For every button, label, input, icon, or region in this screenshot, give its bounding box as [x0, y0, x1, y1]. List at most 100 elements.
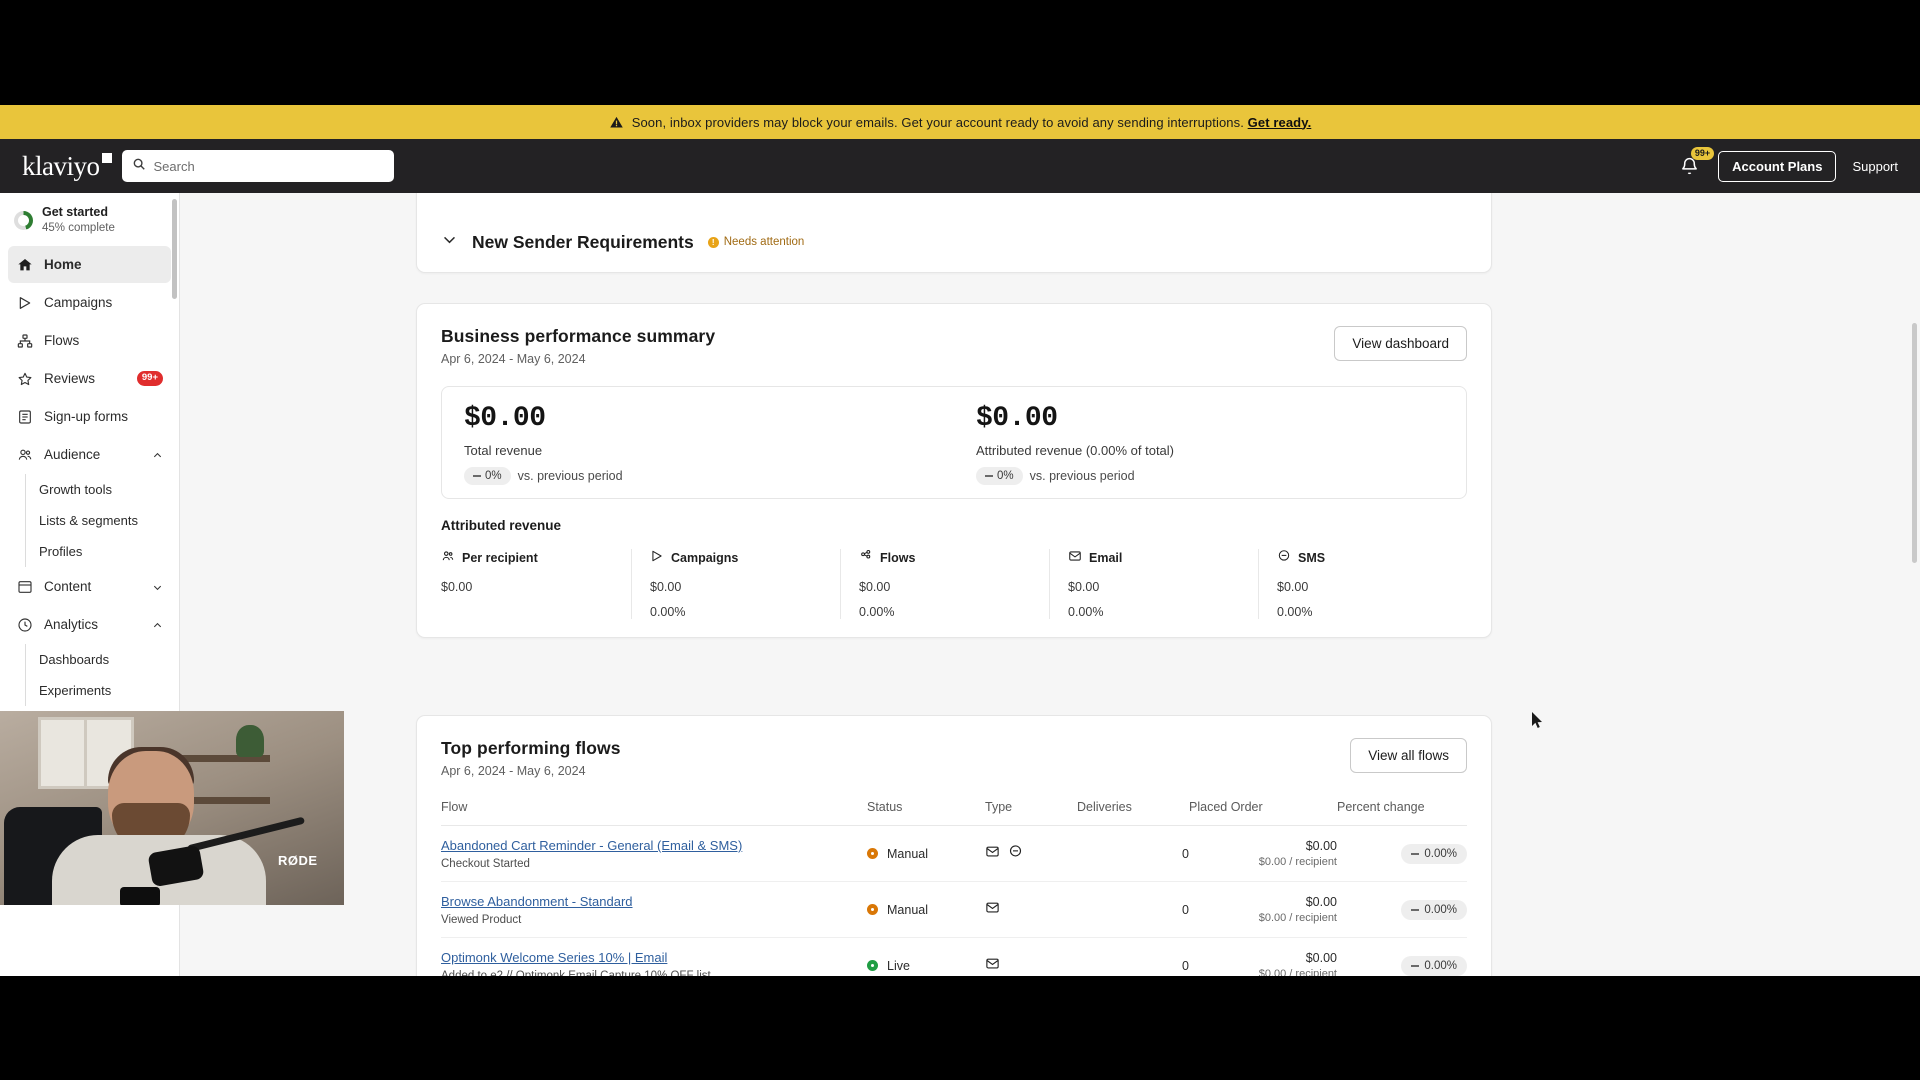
sidebar-item-flows[interactable]: Flows	[8, 322, 171, 359]
status-label: Manual	[887, 902, 928, 917]
sidebar-subitem-label: Profiles	[39, 544, 83, 559]
status-badge: Manual	[867, 847, 985, 861]
flat-trend-icon	[1411, 852, 1420, 855]
date-range: Apr 6, 2024 - May 6, 2024	[441, 764, 586, 778]
view-dashboard-button[interactable]: View dashboard	[1334, 326, 1467, 361]
view-all-flows-button[interactable]: View all flows	[1350, 738, 1467, 773]
sidebar-item-reviews[interactable]: Reviews 99+	[8, 360, 171, 397]
sidebar-item-lists-segments[interactable]: Lists & segments	[39, 505, 179, 536]
flow-name-link[interactable]: Abandoned Cart Reminder - General (Email…	[441, 838, 742, 853]
attr-col-flows: Flows $0.00 0.00%	[840, 549, 1049, 619]
revenue-metrics: $0.00 Total revenue 0% vs. previous peri…	[441, 386, 1467, 499]
placed-order-per-recipient: $0.00 / recipient	[1258, 968, 1337, 976]
percent-change-value: 0.00%	[1424, 959, 1457, 972]
sidebar-item-analytics[interactable]: Analytics	[8, 606, 171, 643]
flows-table: Flow Status Type Deliveries Placed Order…	[441, 800, 1467, 976]
chevron-up-icon	[152, 449, 163, 460]
attributed-revenue-breakdown: Per recipient $0.00 Campaigns $0.00 0.00…	[441, 549, 1467, 619]
col-header-placed-order: Placed Order	[1189, 800, 1337, 826]
search-input[interactable]	[153, 158, 384, 174]
campaigns-icon	[16, 294, 33, 311]
main-scrollbar[interactable]	[1912, 323, 1917, 563]
sidebar-item-signup-forms[interactable]: Sign-up forms	[8, 398, 171, 435]
attr-col-per-recipient: Per recipient $0.00	[441, 549, 631, 619]
flows-icon	[16, 332, 33, 349]
flows-table-body: Abandoned Cart Reminder - General (Email…	[441, 825, 1467, 976]
sidebar-item-label: Home	[44, 257, 82, 272]
table-row[interactable]: Abandoned Cart Reminder - General (Email…	[441, 825, 1467, 882]
klaviyo-logo[interactable]: klaviyo	[22, 151, 112, 182]
sidebar-subitem-label: Lists & segments	[39, 513, 138, 528]
status-cell-wrap: Manual	[867, 881, 985, 938]
attr-secondary-value: 0.00%	[859, 605, 895, 619]
global-search[interactable]	[121, 150, 394, 182]
attr-primary-value: $0.00	[1068, 580, 1100, 594]
col-header-percent-change: Percent change	[1337, 800, 1467, 826]
flow-name-link[interactable]: Browse Abandonment - Standard	[441, 894, 633, 909]
sidebar-item-audience[interactable]: Audience	[8, 436, 171, 473]
metric-value: $0.00	[464, 403, 546, 434]
get-ready-link[interactable]: Get ready.	[1248, 115, 1312, 130]
flow-trigger: Checkout Started	[441, 858, 530, 870]
alert-banner-text: Soon, inbox providers may block your ema…	[632, 115, 1312, 130]
chevron-up-icon	[152, 619, 163, 630]
deliveries-cell: 0	[1077, 937, 1189, 976]
chevron-down-icon[interactable]	[441, 231, 458, 253]
status-cell-wrap: Manual	[867, 825, 985, 882]
attr-primary-value: $0.00	[650, 580, 682, 594]
sms-icon	[1008, 844, 1023, 864]
alert-message: Soon, inbox providers may block your ema…	[631, 114, 1244, 130]
sidebar-item-profiles[interactable]: Profiles	[39, 536, 179, 567]
placed-order-cell: $0.00 $0.00 / recipient	[1189, 937, 1337, 976]
sidebar-item-label: Campaigns	[44, 295, 113, 310]
table-row[interactable]: Optimonk Welcome Series 10% | Email Adde…	[441, 937, 1467, 976]
sidebar-item-experiments[interactable]: Experiments	[39, 675, 179, 706]
delta-note: vs. previous period	[1029, 469, 1135, 483]
deliveries-cell: 0	[1077, 825, 1189, 882]
get-started-progress[interactable]: Get started 45% complete	[0, 193, 179, 245]
metric-label: Total revenue	[464, 443, 543, 458]
attr-primary-value: $0.00	[859, 580, 891, 594]
percent-change-cell: 0.00%	[1337, 937, 1467, 976]
col-header-type: Type	[985, 800, 1077, 826]
support-link[interactable]: Support	[1852, 159, 1898, 174]
forms-icon	[16, 408, 33, 425]
email-icon	[1068, 549, 1082, 566]
business-performance-header: Business performance summary Apr 6, 2024…	[441, 326, 1467, 366]
attr-primary-value: $0.00	[1277, 580, 1309, 594]
sidebar-item-home[interactable]: Home	[8, 246, 171, 283]
col-header-flow: Flow	[441, 800, 867, 826]
metric-delta: 0% vs. previous period	[464, 467, 932, 485]
flow-trigger: Viewed Product	[441, 914, 522, 926]
flow-cell: Optimonk Welcome Series 10% | Email Adde…	[441, 937, 867, 976]
sidebar-item-dashboards[interactable]: Dashboards	[39, 644, 179, 675]
main-content: New Sender Requirements ! Needs attentio…	[180, 193, 1920, 976]
col-header-status: Status	[867, 800, 985, 826]
sidebar-item-content[interactable]: Content	[8, 568, 171, 605]
logo-mark-icon	[101, 152, 112, 163]
attr-header: Campaigns	[650, 549, 826, 566]
sidebar-item-label: Content	[44, 579, 92, 594]
metric-value: $0.00	[976, 403, 1058, 434]
flows-table-head: Flow Status Type Deliveries Placed Order…	[441, 800, 1467, 826]
status-dot-live-icon	[867, 960, 878, 971]
audience-icon	[16, 446, 33, 463]
sidebar-item-label: Audience	[44, 447, 101, 462]
sidebar-item-growth-tools[interactable]: Growth tools	[39, 474, 179, 505]
table-row[interactable]: Browse Abandonment - Standard Viewed Pro…	[441, 881, 1467, 938]
sidebar-item-campaigns[interactable]: Campaigns	[8, 284, 171, 321]
attr-col-campaigns: Campaigns $0.00 0.00%	[631, 549, 840, 619]
percent-change-pill: 0.00%	[1401, 899, 1467, 920]
status-cell-wrap: Live	[867, 937, 985, 976]
email-icon	[985, 956, 1000, 976]
account-plans-button[interactable]: Account Plans	[1718, 150, 1837, 182]
topnav-right-cluster: 99+ Account Plans Support	[1676, 147, 1898, 182]
attention-icon: !	[707, 236, 719, 248]
sidebar-subitem-label: Experiments	[39, 683, 112, 698]
notifications-button[interactable]: 99+	[1676, 147, 1715, 179]
placed-order-value: $0.00	[1305, 895, 1337, 909]
new-sender-requirements-card[interactable]: New Sender Requirements ! Needs attentio…	[416, 193, 1492, 273]
flow-name-link[interactable]: Optimonk Welcome Series 10% | Email	[441, 950, 667, 965]
sidebar-scrollbar[interactable]	[172, 199, 177, 299]
section-title: Top performing flows	[441, 738, 621, 758]
